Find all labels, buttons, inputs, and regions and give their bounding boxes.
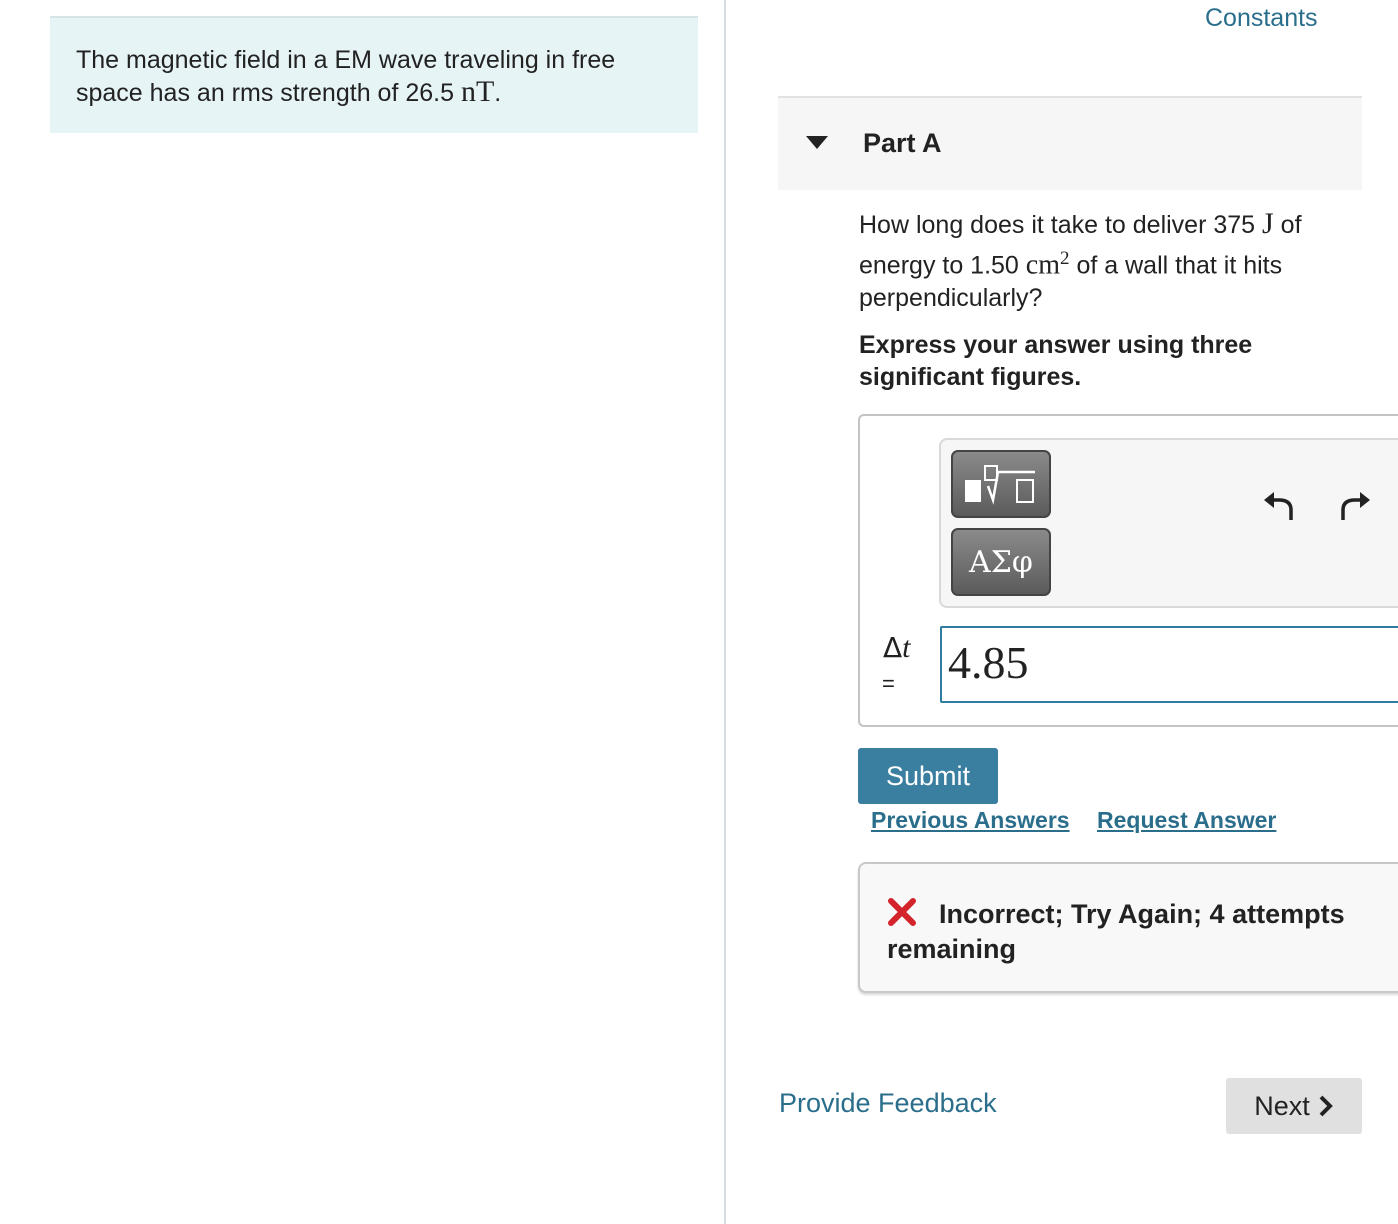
delta-symbol: Δ bbox=[883, 631, 903, 664]
question-text: How long does it take to deliver 375 J o… bbox=[859, 207, 1359, 315]
greek-symbols-button[interactable]: ΑΣφ bbox=[951, 528, 1051, 596]
variable-name: t bbox=[902, 631, 911, 664]
request-answer-link[interactable]: Request Answer bbox=[1097, 807, 1276, 834]
problem-text: The magnetic field in a EM wave travelin… bbox=[76, 46, 616, 107]
chevron-right-icon bbox=[1319, 1095, 1333, 1117]
question-start: How long does it take to deliver 375 bbox=[859, 211, 1256, 239]
feedback-message: Incorrect; Try Again; 4 attempts remaini… bbox=[887, 899, 1345, 964]
feedback-box: Incorrect; Try Again; 4 attempts remaini… bbox=[858, 862, 1398, 993]
submit-button[interactable]: Submit bbox=[858, 748, 998, 804]
answer-variable: Δt bbox=[883, 631, 911, 665]
undo-icon[interactable] bbox=[1261, 490, 1295, 522]
problem-end: . bbox=[494, 79, 502, 107]
next-button[interactable]: Next bbox=[1226, 1078, 1362, 1134]
area-unit: cm bbox=[1025, 249, 1061, 281]
equals-sign: = bbox=[882, 671, 895, 696]
collapse-triangle-icon[interactable] bbox=[806, 136, 828, 149]
answer-input[interactable]: 4.85 bbox=[940, 626, 1398, 703]
next-label: Next bbox=[1254, 1090, 1310, 1121]
energy-unit: J bbox=[1262, 207, 1274, 240]
problem-statement-panel: The magnetic field in a EM wave travelin… bbox=[50, 16, 698, 133]
part-a-header[interactable]: Part A bbox=[778, 96, 1362, 190]
part-title: Part A bbox=[863, 128, 942, 158]
field-unit: nT bbox=[460, 75, 495, 108]
panel-divider bbox=[724, 0, 726, 1224]
answer-area: ΑΣφ Δt = 4.85 bbox=[858, 414, 1398, 727]
constants-link[interactable]: Constants bbox=[1205, 4, 1318, 33]
area-exponent: 2 bbox=[1060, 248, 1070, 269]
feedback-content: Incorrect; Try Again; 4 attempts remaini… bbox=[887, 897, 1397, 967]
templates-icon bbox=[965, 465, 1035, 505]
math-toolbar: ΑΣφ bbox=[939, 438, 1398, 608]
greek-symbols-label: ΑΣφ bbox=[969, 544, 1033, 580]
templates-button[interactable] bbox=[951, 450, 1051, 518]
previous-answers-link[interactable]: Previous Answers bbox=[871, 807, 1070, 834]
provide-feedback-link[interactable]: Provide Feedback bbox=[779, 1088, 997, 1119]
problem-statement: The magnetic field in a EM wave travelin… bbox=[76, 44, 676, 109]
incorrect-x-icon bbox=[888, 898, 916, 926]
redo-icon[interactable] bbox=[1339, 490, 1373, 522]
answer-instruction: Express your answer using three signific… bbox=[859, 331, 1253, 391]
